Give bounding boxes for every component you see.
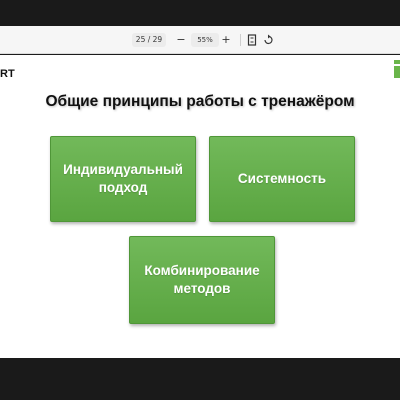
page-number-input[interactable]: 25 / 29 (132, 33, 166, 47)
principle-box-individual: Индивидуальный подход (50, 136, 196, 222)
principle-box-combination: Комбинирование методов (129, 236, 275, 324)
fit-page-icon[interactable] (246, 32, 258, 48)
zoom-out-button[interactable]: − (175, 32, 187, 48)
toolbar-divider (240, 34, 241, 46)
slide-page: RT Общие принципы работы с тренажёром Ин… (0, 55, 400, 358)
rotate-icon[interactable] (262, 32, 274, 48)
slide-title: Общие принципы работы с тренажёром (45, 93, 355, 110)
principle-box-system: Системность (209, 136, 355, 222)
bottom-bar (0, 358, 400, 400)
pdf-viewer: 25 / 29 − 55% + RT Общие принципы работы… (0, 0, 400, 400)
brand-text: RT (0, 68, 15, 80)
top-bar (0, 0, 400, 26)
viewer-toolbar: 25 / 29 − 55% + (0, 26, 400, 54)
zoom-in-button[interactable]: + (220, 32, 232, 48)
brand-logo-icon (394, 60, 400, 80)
zoom-level-input[interactable]: 55% (191, 33, 219, 47)
